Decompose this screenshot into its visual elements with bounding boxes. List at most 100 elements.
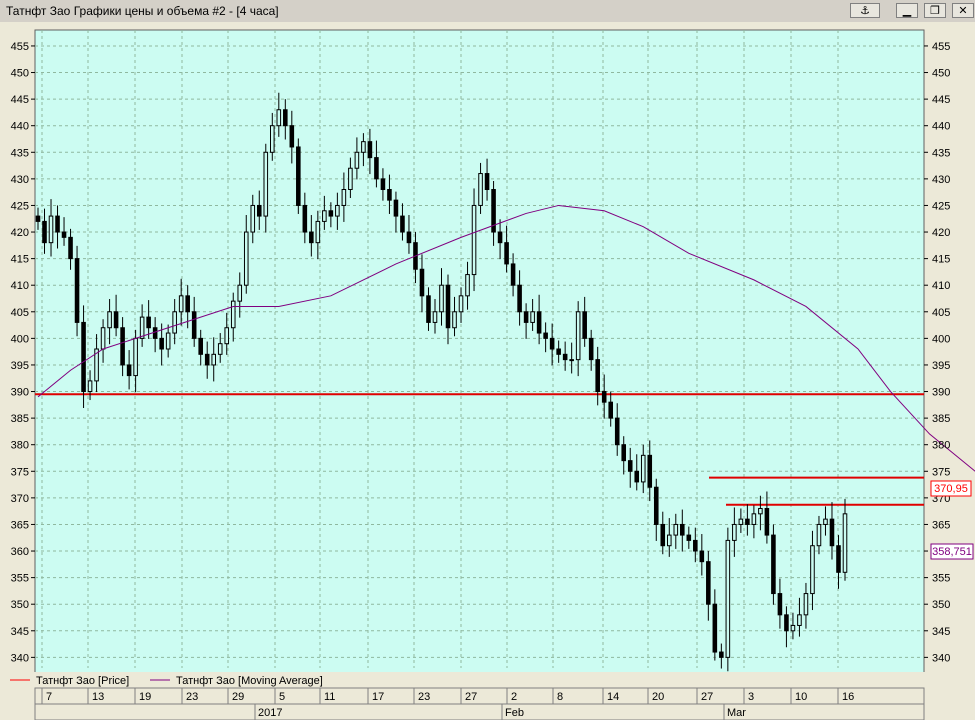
- candle-body: [706, 561, 711, 605]
- candle-body: [732, 523, 737, 541]
- candle-body: [146, 316, 151, 329]
- candle-body: [549, 337, 555, 350]
- x-tick-label: 29: [232, 691, 244, 703]
- candle-body: [133, 337, 138, 377]
- candle-body: [517, 284, 522, 313]
- close-icon[interactable]: ✕: [952, 3, 974, 18]
- candle-body: [276, 109, 282, 127]
- candle-body: [562, 353, 568, 361]
- candle-body: [48, 215, 54, 244]
- candle-body: [510, 263, 516, 286]
- candle-body: [159, 337, 164, 350]
- candle-body: [803, 593, 809, 616]
- candle-body: [556, 348, 561, 355]
- candle-body: [790, 624, 796, 632]
- candle-body: [465, 274, 470, 297]
- y-tick-label-right: 420: [932, 227, 950, 239]
- y-tick-label-right: 400: [932, 333, 950, 345]
- candle-body: [283, 109, 288, 127]
- candle-body: [256, 204, 262, 217]
- candle-body: [601, 391, 607, 403]
- last-price-label: 370,95: [934, 483, 968, 495]
- candle-body: [432, 311, 438, 323]
- x-tick-label: 8: [557, 691, 563, 703]
- candle-body: [608, 401, 613, 419]
- candle-body: [484, 173, 490, 191]
- candle-body: [387, 189, 392, 201]
- minimize-icon[interactable]: ▁: [896, 3, 918, 18]
- candle-body: [113, 311, 119, 329]
- y-tick-label-left: 360: [11, 546, 29, 558]
- candle-body: [777, 593, 783, 616]
- candle-body: [120, 327, 125, 366]
- candle-body: [55, 215, 60, 233]
- y-tick-label-left: 375: [11, 466, 29, 478]
- candle-body: [328, 210, 334, 217]
- candle-body: [699, 550, 705, 563]
- y-tick-label-right: 445: [932, 94, 950, 106]
- y-tick-label-left: 445: [11, 94, 29, 106]
- candle-body: [719, 651, 724, 658]
- y-tick-label-left: 420: [11, 227, 29, 239]
- x-tick-label: 5: [279, 691, 285, 703]
- x-tick-label: 14: [607, 691, 619, 703]
- candle-body: [289, 125, 295, 148]
- candle-body: [458, 295, 464, 313]
- candle-body: [250, 204, 256, 233]
- candle-body: [42, 220, 47, 244]
- candle-body: [61, 231, 67, 238]
- legend: Татнфт Зао [Price] Татнфт Зао [Moving Av…: [0, 672, 975, 688]
- y-tick-label-left: 385: [11, 413, 29, 425]
- y-tick-label-right: 410: [932, 280, 950, 292]
- candle-body: [712, 603, 718, 653]
- y-tick-label-left: 440: [11, 121, 29, 133]
- candle-body: [758, 508, 763, 515]
- y-tick-label-right: 385: [932, 413, 950, 425]
- candle-body: [823, 518, 828, 525]
- y-tick-label-right: 355: [932, 573, 950, 585]
- candle-body: [230, 300, 236, 329]
- x-tick-label: 20: [652, 691, 664, 703]
- candle-body: [191, 311, 197, 339]
- candle-body: [419, 268, 425, 297]
- candle-body: [243, 231, 249, 286]
- y-tick-label-right: 405: [932, 307, 950, 319]
- y-tick-label-right: 340: [932, 652, 950, 664]
- y-tick-label-left: 405: [11, 307, 29, 319]
- legend-label-ma: Татнфт Зао [Moving Average]: [176, 675, 323, 687]
- candle-body: [452, 311, 457, 329]
- y-tick-label-right: 430: [932, 174, 950, 186]
- candle-body: [224, 327, 230, 345]
- candle-body: [361, 141, 366, 153]
- candle-body: [302, 204, 308, 233]
- candle-body: [341, 189, 347, 206]
- candle-body: [335, 204, 340, 217]
- candle-body: [263, 151, 269, 217]
- candle-body: [237, 284, 243, 302]
- candle-body: [660, 523, 666, 547]
- x-tick-label: 7: [46, 691, 52, 703]
- candle-body: [725, 539, 731, 658]
- restore-icon[interactable]: ❐: [924, 3, 946, 18]
- candle-body: [771, 534, 776, 595]
- x-tick-label: 16: [842, 691, 854, 703]
- x-tick-label: 11: [324, 691, 335, 703]
- x-axis: 7 13 19 23 29 5 11 17 23 27 2 8 14 20 27 3 10 16 2017 Feb Ma…: [34, 687, 925, 720]
- ma-value-label: 358,751: [932, 546, 972, 558]
- candle-body: [100, 327, 106, 350]
- y-tick-label-right: 425: [932, 200, 950, 212]
- candle-body: [536, 311, 542, 334]
- anchor-icon[interactable]: ⚓: [850, 3, 880, 18]
- candle-body: [374, 157, 379, 180]
- candle-body: [439, 284, 444, 313]
- y-tick-label-left: 345: [11, 626, 29, 638]
- candle-body: [393, 199, 399, 217]
- candle-body: [471, 204, 477, 276]
- y-tick-label-left: 430: [11, 174, 29, 186]
- y-tick-label-left: 455: [11, 41, 29, 53]
- y-tick-label-left: 450: [11, 68, 29, 80]
- x-tick-label: 27: [701, 691, 713, 703]
- candle-body: [296, 146, 301, 206]
- y-tick-label-right: 365: [932, 519, 950, 531]
- candle-body: [497, 231, 503, 244]
